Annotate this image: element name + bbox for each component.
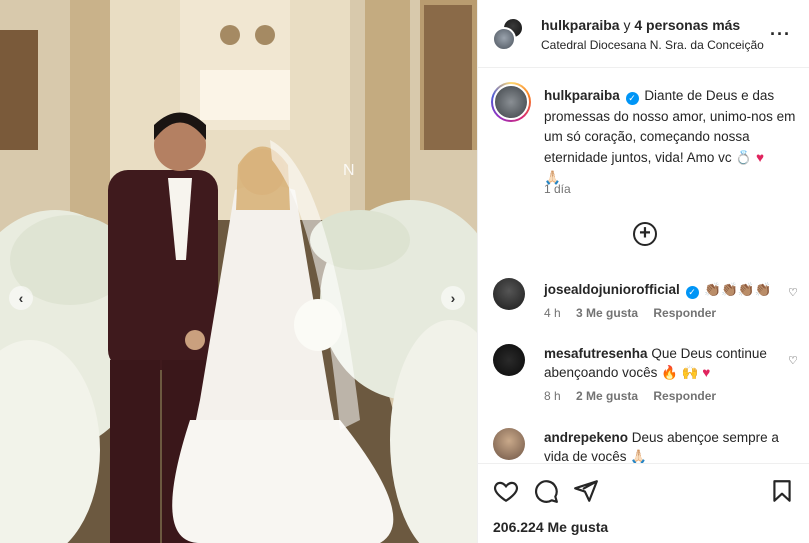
heart-emoji: ♥ bbox=[755, 149, 764, 165]
more-options-icon[interactable]: ··· bbox=[770, 24, 791, 45]
comment-body: 👏🏽👏🏽👏🏽👏🏽 bbox=[704, 282, 772, 297]
nav-right-icon[interactable]: › bbox=[441, 286, 465, 310]
caption-avatar[interactable] bbox=[491, 82, 531, 122]
comment-time[interactable]: 4 h bbox=[544, 306, 561, 320]
reply-button[interactable]: Responder bbox=[653, 306, 716, 320]
comment-meta: 8 h 2 Me gusta Responder bbox=[544, 389, 728, 403]
comment-likes[interactable]: 2 Me gusta bbox=[576, 389, 638, 403]
caption-username[interactable]: hulkparaiba bbox=[544, 88, 620, 103]
verified-badge-icon: ✓ bbox=[625, 92, 639, 105]
likes-count[interactable]: 206.224 Me gusta bbox=[493, 519, 608, 535]
share-icon[interactable] bbox=[573, 478, 599, 504]
post-header: hulkparaiba y 4 personas más Catedral Di… bbox=[478, 0, 809, 68]
header-username[interactable]: hulkparaiba bbox=[541, 17, 620, 33]
comment-time[interactable]: 8 h bbox=[544, 389, 561, 403]
comment-emojis: 🔥 🙌 ♥ bbox=[661, 365, 711, 380]
reply-button[interactable]: Responder bbox=[653, 389, 716, 403]
avatar[interactable] bbox=[493, 344, 525, 376]
post-side-panel: hulkparaiba y 4 personas más Catedral Di… bbox=[477, 0, 809, 543]
comment-likes[interactable]: 3 Me gusta bbox=[576, 306, 638, 320]
post-image[interactable]: N ‹ › bbox=[0, 0, 477, 543]
ring-emoji: 💍 bbox=[735, 149, 753, 165]
comment-text: josealdojuniorofficial ✓ 👏🏽👏🏽👏🏽👏🏽 bbox=[544, 280, 794, 299]
comment-username[interactable]: josealdojuniorofficial bbox=[544, 282, 680, 297]
comment-like-heart-icon[interactable]: ♡ bbox=[788, 286, 798, 299]
header-others[interactable]: 4 personas más bbox=[634, 17, 740, 33]
header-conjunction: y bbox=[619, 17, 635, 33]
post-dialog: N ‹ › hulkparaiba y 4 personas más Cated… bbox=[0, 0, 809, 543]
location-link[interactable]: Catedral Diocesana N. Sra. da Conceição bbox=[541, 38, 764, 52]
save-bookmark-icon[interactable] bbox=[769, 478, 795, 504]
avatar[interactable] bbox=[493, 428, 525, 460]
comment-meta: 4 h 3 Me gusta Responder bbox=[544, 306, 728, 320]
wedding-photo-illustration: N bbox=[0, 0, 477, 543]
comment-username[interactable]: mesafutresenha bbox=[544, 346, 648, 361]
avatar bbox=[493, 84, 529, 120]
comment-text: mesafutresenha Que Deus continue abençoa… bbox=[544, 344, 794, 382]
nav-left-icon[interactable]: ‹ bbox=[9, 286, 33, 310]
comment-username[interactable]: andrepekeno bbox=[544, 430, 628, 445]
comment-emojis: 🙏🏻 bbox=[630, 449, 648, 464]
avatar bbox=[492, 27, 516, 51]
avatar[interactable] bbox=[493, 278, 525, 310]
post-actions-bar: 206.224 Me gusta bbox=[478, 463, 809, 543]
comment-text: andrepekeno Deus abençoe sempre a vida d… bbox=[544, 428, 794, 466]
add-comment-icon[interactable]: + bbox=[633, 222, 657, 246]
comment-icon[interactable] bbox=[533, 478, 559, 504]
caption-text: hulkparaiba ✓ Diante de Deus e das prome… bbox=[544, 86, 796, 189]
caption-time[interactable]: 1 día bbox=[544, 182, 571, 196]
header-usernames[interactable]: hulkparaiba y 4 personas más bbox=[541, 17, 740, 33]
collab-avatars[interactable] bbox=[492, 17, 526, 51]
like-heart-icon[interactable] bbox=[493, 478, 519, 504]
verified-badge-icon: ✓ bbox=[685, 286, 699, 299]
comment-like-heart-icon[interactable]: ♡ bbox=[788, 354, 798, 367]
svg-text:N: N bbox=[343, 162, 355, 179]
